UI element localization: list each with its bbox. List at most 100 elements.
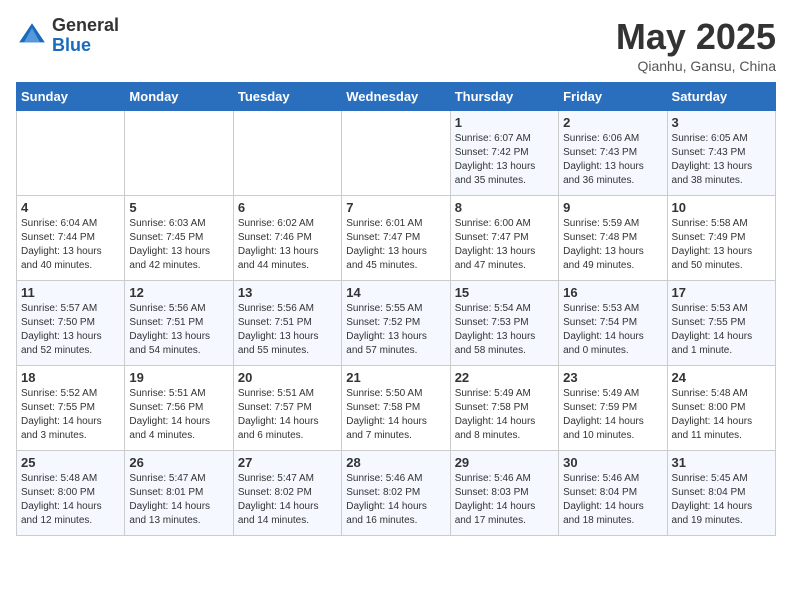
day-info: Sunrise: 5:51 AM Sunset: 7:57 PM Dayligh…	[238, 387, 337, 443]
calendar-cell: 8 Sunrise: 6:00 AM Sunset: 7:47 PM Daylig…	[450, 196, 558, 281]
calendar-cell: 20 Sunrise: 5:51 AM Sunset: 7:57 PM Dayli…	[233, 366, 341, 451]
day-number: 19	[129, 370, 228, 385]
calendar-cell: 2Sunrise: 6:06 AM Sunset: 7:43 PM Daylig…	[559, 111, 667, 196]
day-number: 26	[129, 455, 228, 470]
day-info: Sunrise: 6:01 AM Sunset: 7:47 PM Dayligh…	[346, 217, 445, 273]
day-info: Sunrise: 6:04 AM Sunset: 7:44 PM Dayligh…	[21, 217, 120, 273]
day-number: 14	[346, 285, 445, 300]
logo: General Blue	[16, 16, 119, 56]
day-info: Sunrise: 5:55 AM Sunset: 7:52 PM Dayligh…	[346, 302, 445, 358]
weekday-header-tuesday: Tuesday	[233, 83, 341, 111]
calendar-cell	[233, 111, 341, 196]
calendar-cell: 24Sunrise: 5:48 AM Sunset: 8:00 PM Dayli…	[667, 366, 775, 451]
day-number: 11	[21, 285, 120, 300]
calendar-cell: 25 Sunrise: 5:48 AM Sunset: 8:00 PM Dayli…	[17, 451, 125, 536]
day-info: Sunrise: 5:56 AM Sunset: 7:51 PM Dayligh…	[238, 302, 337, 358]
day-info: Sunrise: 5:46 AM Sunset: 8:03 PM Dayligh…	[455, 472, 554, 528]
day-number: 5	[129, 200, 228, 215]
day-info: Sunrise: 5:54 AM Sunset: 7:53 PM Dayligh…	[455, 302, 554, 358]
day-number: 1	[455, 115, 554, 130]
calendar-cell: 26 Sunrise: 5:47 AM Sunset: 8:01 PM Dayli…	[125, 451, 233, 536]
calendar-cell: 23Sunrise: 5:49 AM Sunset: 7:59 PM Dayli…	[559, 366, 667, 451]
day-info: Sunrise: 6:07 AM Sunset: 7:42 PM Dayligh…	[455, 132, 554, 188]
day-info: Sunrise: 5:57 AM Sunset: 7:50 PM Dayligh…	[21, 302, 120, 358]
day-info: Sunrise: 5:49 AM Sunset: 7:59 PM Dayligh…	[563, 387, 662, 443]
day-info: Sunrise: 5:47 AM Sunset: 8:01 PM Dayligh…	[129, 472, 228, 528]
location: Qianhu, Gansu, China	[616, 58, 776, 74]
calendar-cell: 10 Sunrise: 5:58 AM Sunset: 7:49 PM Dayli…	[667, 196, 775, 281]
page-header: General Blue May 2025 Qianhu, Gansu, Chi…	[16, 16, 776, 74]
day-number: 6	[238, 200, 337, 215]
weekday-header-wednesday: Wednesday	[342, 83, 450, 111]
day-number: 30	[563, 455, 662, 470]
calendar-cell: 1 Sunrise: 6:07 AM Sunset: 7:42 PM Daylig…	[450, 111, 558, 196]
calendar-week-5: 25 Sunrise: 5:48 AM Sunset: 8:00 PM Dayli…	[17, 451, 776, 536]
day-number: 8	[455, 200, 554, 215]
calendar-cell: 28 Sunrise: 5:46 AM Sunset: 8:02 PM Dayli…	[342, 451, 450, 536]
calendar-cell: 30 Sunrise: 5:46 AM Sunset: 8:04 PM Dayli…	[559, 451, 667, 536]
day-info: Sunrise: 5:58 AM Sunset: 7:49 PM Dayligh…	[672, 217, 771, 273]
calendar-cell: 13Sunrise: 5:56 AM Sunset: 7:51 PM Dayli…	[233, 281, 341, 366]
day-number: 17	[672, 285, 771, 300]
day-info: Sunrise: 5:46 AM Sunset: 8:02 PM Dayligh…	[346, 472, 445, 528]
day-number: 31	[672, 455, 771, 470]
day-number: 21	[346, 370, 445, 385]
day-number: 4	[21, 200, 120, 215]
logo-icon	[16, 20, 48, 52]
day-info: Sunrise: 6:06 AM Sunset: 7:43 PM Dayligh…	[563, 132, 662, 188]
day-info: Sunrise: 5:46 AM Sunset: 8:04 PM Dayligh…	[563, 472, 662, 528]
day-number: 28	[346, 455, 445, 470]
calendar-cell: 29 Sunrise: 5:46 AM Sunset: 8:03 PM Dayli…	[450, 451, 558, 536]
calendar-cell	[342, 111, 450, 196]
day-info: Sunrise: 5:53 AM Sunset: 7:55 PM Dayligh…	[672, 302, 771, 358]
day-info: Sunrise: 6:03 AM Sunset: 7:45 PM Dayligh…	[129, 217, 228, 273]
day-number: 10	[672, 200, 771, 215]
calendar-cell: 4 Sunrise: 6:04 AM Sunset: 7:44 PM Daylig…	[17, 196, 125, 281]
day-number: 15	[455, 285, 554, 300]
calendar-cell: 21 Sunrise: 5:50 AM Sunset: 7:58 PM Dayli…	[342, 366, 450, 451]
day-info: Sunrise: 5:56 AM Sunset: 7:51 PM Dayligh…	[129, 302, 228, 358]
day-number: 29	[455, 455, 554, 470]
day-info: Sunrise: 5:50 AM Sunset: 7:58 PM Dayligh…	[346, 387, 445, 443]
weekday-header-friday: Friday	[559, 83, 667, 111]
day-number: 3	[672, 115, 771, 130]
calendar-week-4: 18 Sunrise: 5:52 AM Sunset: 7:55 PM Dayli…	[17, 366, 776, 451]
day-number: 7	[346, 200, 445, 215]
calendar-week-1: 1 Sunrise: 6:07 AM Sunset: 7:42 PM Daylig…	[17, 111, 776, 196]
day-info: Sunrise: 5:51 AM Sunset: 7:56 PM Dayligh…	[129, 387, 228, 443]
calendar-cell: 18 Sunrise: 5:52 AM Sunset: 7:55 PM Dayli…	[17, 366, 125, 451]
calendar-cell: 9Sunrise: 5:59 AM Sunset: 7:48 PM Daylig…	[559, 196, 667, 281]
day-number: 9	[563, 200, 662, 215]
day-info: Sunrise: 5:52 AM Sunset: 7:55 PM Dayligh…	[21, 387, 120, 443]
calendar-cell: 14 Sunrise: 5:55 AM Sunset: 7:52 PM Dayli…	[342, 281, 450, 366]
title-block: May 2025 Qianhu, Gansu, China	[616, 16, 776, 74]
day-number: 24	[672, 370, 771, 385]
calendar-cell: 22Sunrise: 5:49 AM Sunset: 7:58 PM Dayli…	[450, 366, 558, 451]
day-number: 25	[21, 455, 120, 470]
day-info: Sunrise: 5:45 AM Sunset: 8:04 PM Dayligh…	[672, 472, 771, 528]
calendar-cell: 3Sunrise: 6:05 AM Sunset: 7:43 PM Daylig…	[667, 111, 775, 196]
month-title: May 2025	[616, 16, 776, 58]
calendar-cell: 19 Sunrise: 5:51 AM Sunset: 7:56 PM Dayli…	[125, 366, 233, 451]
calendar-cell: 7 Sunrise: 6:01 AM Sunset: 7:47 PM Daylig…	[342, 196, 450, 281]
day-number: 16	[563, 285, 662, 300]
day-info: Sunrise: 5:49 AM Sunset: 7:58 PM Dayligh…	[455, 387, 554, 443]
calendar-cell: 27Sunrise: 5:47 AM Sunset: 8:02 PM Dayli…	[233, 451, 341, 536]
day-number: 20	[238, 370, 337, 385]
calendar-cell	[125, 111, 233, 196]
day-number: 27	[238, 455, 337, 470]
day-info: Sunrise: 6:00 AM Sunset: 7:47 PM Dayligh…	[455, 217, 554, 273]
weekday-header-thursday: Thursday	[450, 83, 558, 111]
calendar-week-3: 11 Sunrise: 5:57 AM Sunset: 7:50 PM Dayli…	[17, 281, 776, 366]
calendar-table: SundayMondayTuesdayWednesdayThursdayFrid…	[16, 82, 776, 536]
weekday-header-saturday: Saturday	[667, 83, 775, 111]
logo-text: General Blue	[52, 16, 119, 56]
calendar-cell: 16Sunrise: 5:53 AM Sunset: 7:54 PM Dayli…	[559, 281, 667, 366]
calendar-cell: 31 Sunrise: 5:45 AM Sunset: 8:04 PM Dayli…	[667, 451, 775, 536]
weekday-header-monday: Monday	[125, 83, 233, 111]
day-number: 12	[129, 285, 228, 300]
day-number: 18	[21, 370, 120, 385]
day-info: Sunrise: 5:48 AM Sunset: 8:00 PM Dayligh…	[21, 472, 120, 528]
logo-blue-text: Blue	[52, 36, 119, 56]
calendar-cell	[17, 111, 125, 196]
